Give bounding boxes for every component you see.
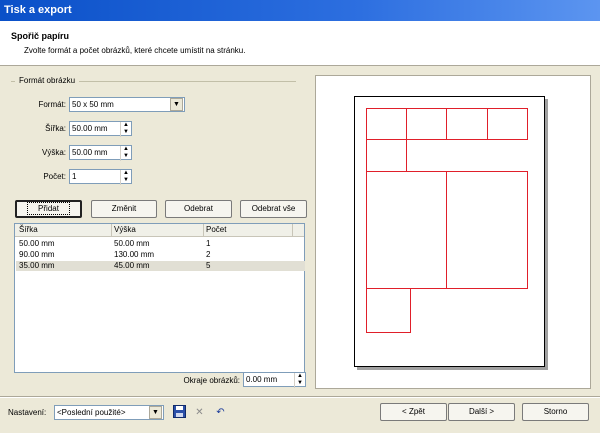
height-value: 50.00 mm [72, 148, 108, 157]
column-header-width[interactable]: Šířka [19, 225, 38, 234]
cell-count: 1 [206, 239, 211, 248]
preview-tile [487, 108, 528, 140]
count-label: Počet: [43, 172, 66, 181]
column-separator[interactable] [203, 224, 204, 237]
preview-tile [406, 108, 447, 140]
undo-icon[interactable]: ↶ [213, 405, 228, 420]
height-label: Výška: [41, 148, 66, 157]
preview-tile [366, 139, 407, 172]
count-field[interactable]: 1 ▲ ▼ [69, 169, 132, 185]
format-label: Formát: [38, 100, 66, 109]
column-header-count[interactable]: Počet [206, 225, 226, 234]
column-header-height[interactable]: Výška [114, 225, 136, 234]
height-spinner[interactable]: ▲ ▼ [120, 146, 131, 161]
page-preview [354, 96, 545, 367]
wizard-header: Spořič papíru Zvolte formát a počet obrá… [0, 21, 600, 66]
width-label: Šířka: [45, 124, 66, 133]
format-group-legend: Formát obrázku [15, 76, 80, 85]
count-spinner[interactable]: ▲ ▼ [120, 170, 131, 185]
width-spinner[interactable]: ▲ ▼ [120, 122, 131, 137]
count-value: 1 [72, 172, 77, 181]
cell-height: 50.00 mm [114, 239, 150, 248]
height-field[interactable]: 50.00 mm ▲ ▼ [69, 145, 132, 161]
delete-icon[interactable]: ✕ [192, 405, 207, 420]
cell-count: 2 [206, 250, 211, 259]
cut-lines [366, 108, 528, 333]
cell-width: 35.00 mm [19, 261, 55, 270]
width-field[interactable]: 50.00 mm ▲ ▼ [69, 121, 132, 137]
format-select-value: 50 x 50 mm [72, 100, 114, 109]
page-title: Spořič papíru [11, 31, 70, 41]
margin-label: Okraje obrázků: [183, 376, 240, 385]
back-button[interactable]: < Zpět [380, 403, 447, 421]
settings-select-value: <Poslední použité> [57, 408, 126, 417]
add-button[interactable]: Přidat [15, 200, 82, 218]
settings-select[interactable]: <Poslední použité> ▼ [54, 405, 164, 420]
cell-height: 45.00 mm [114, 261, 150, 270]
settings-label: Nastavení: [8, 408, 47, 417]
table-row[interactable]: 90.00 mm 130.00 mm 2 [16, 250, 305, 260]
next-button[interactable]: Další > [448, 403, 515, 421]
window-title: Tisk a export [0, 0, 600, 21]
width-value: 50.00 mm [72, 124, 108, 133]
table-row[interactable]: 50.00 mm 50.00 mm 1 [16, 239, 305, 249]
cancel-button[interactable]: Storno [522, 403, 589, 421]
format-select[interactable]: 50 x 50 mm ▼ [69, 97, 185, 112]
column-separator[interactable] [111, 224, 112, 237]
preview-tile [446, 171, 528, 289]
margin-value: 0.00 mm [246, 375, 278, 384]
page-subtitle: Zvolte formát a počet obrázků, které chc… [24, 46, 246, 55]
preview-tile [366, 171, 447, 289]
chevron-down-icon[interactable]: ▼ [170, 98, 183, 111]
list-header: Šířka Výška Počet [15, 224, 304, 237]
remove-button[interactable]: Odebrat [165, 200, 232, 218]
change-button[interactable]: Změnit [91, 200, 157, 218]
format-list[interactable]: Šířka Výška Počet 50.00 mm 50.00 mm 1 90… [14, 223, 305, 373]
cell-width: 50.00 mm [19, 239, 55, 248]
add-button-label: Přidat [27, 202, 70, 215]
margin-field[interactable]: 0.00 mm ▲ ▼ [243, 372, 306, 388]
preview-tile [366, 288, 411, 333]
preview-tile [446, 108, 488, 140]
cell-height: 130.00 mm [114, 250, 155, 259]
cell-width: 90.00 mm [19, 250, 55, 259]
cell-count: 5 [206, 261, 211, 270]
layout-preview-drawing [366, 108, 528, 333]
column-separator[interactable] [292, 224, 293, 237]
margin-spinner[interactable]: ▲ ▼ [294, 373, 305, 388]
remove-all-button[interactable]: Odebrat vše [240, 200, 307, 218]
table-row-selected[interactable]: 35.00 mm 45.00 mm 5 [16, 261, 305, 271]
chevron-down-icon[interactable]: ▼ [149, 406, 162, 419]
footer-divider-highlight [0, 397, 600, 398]
preview-tile [366, 108, 407, 140]
save-icon[interactable] [172, 405, 187, 420]
